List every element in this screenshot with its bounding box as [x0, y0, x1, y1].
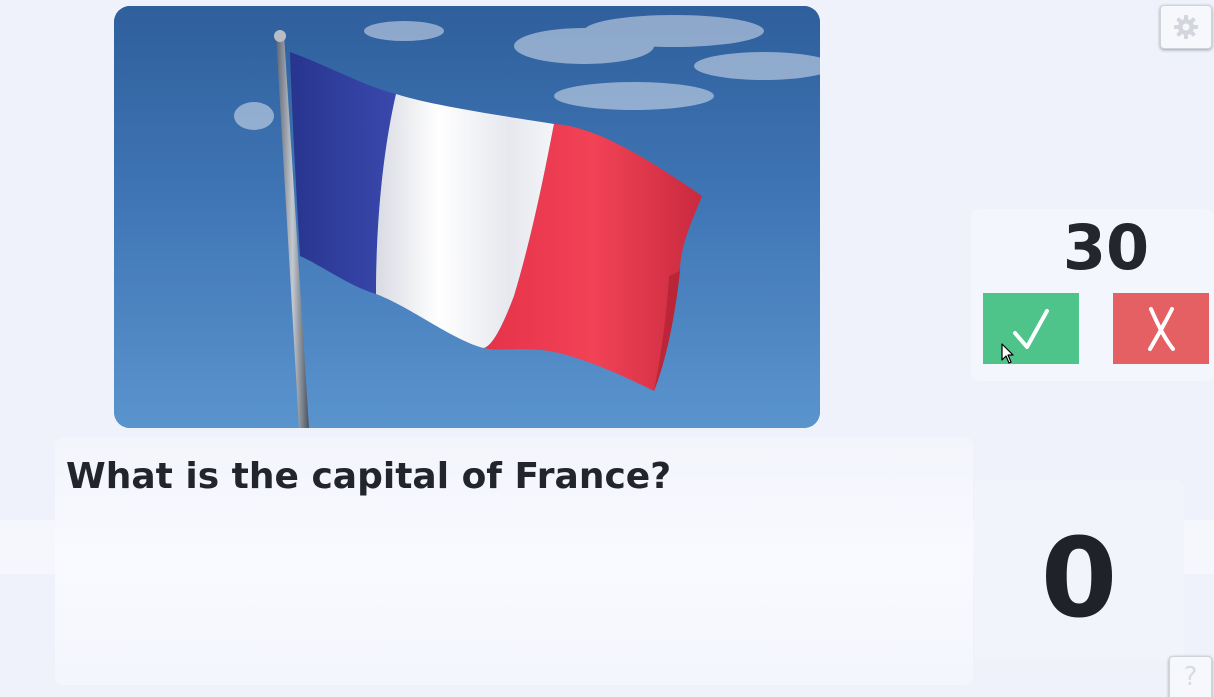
score-value: 0 [1040, 514, 1118, 642]
mouse-cursor-icon [1001, 343, 1014, 364]
correct-answer-button[interactable] [983, 293, 1079, 364]
score-panel: 0 [974, 480, 1184, 660]
question-image [114, 6, 820, 428]
gear-icon [1174, 15, 1198, 39]
help-label: ? [1183, 662, 1198, 692]
x-icon [1148, 306, 1175, 351]
settings-button[interactable] [1160, 5, 1212, 49]
timer-value: 30 [1062, 211, 1150, 284]
check-icon [1013, 308, 1049, 349]
help-button[interactable]: ? [1169, 656, 1212, 697]
question-text: What is the capital of France? [66, 456, 672, 497]
wrong-answer-button[interactable] [1113, 293, 1209, 364]
question-card: What is the capital of France? [55, 437, 973, 685]
